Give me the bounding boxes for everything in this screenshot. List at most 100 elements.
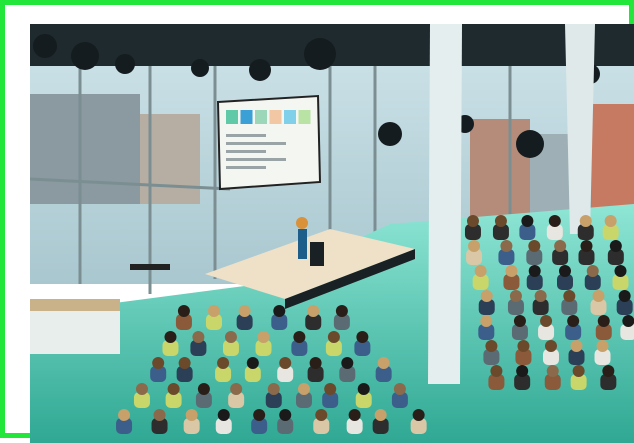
audience-head	[586, 265, 599, 277]
audience-head	[230, 383, 243, 395]
audience-head	[307, 305, 320, 317]
audience-head	[597, 315, 610, 327]
slide-text-line	[226, 134, 266, 137]
audience-head	[513, 315, 526, 327]
audience-head	[224, 331, 237, 343]
slide-text-line	[226, 166, 266, 169]
audience-head	[238, 305, 251, 317]
audience-head	[178, 357, 191, 369]
audience-head	[327, 331, 340, 343]
audience-head	[480, 315, 493, 327]
audience-head	[505, 265, 518, 277]
audience-head	[185, 409, 198, 421]
high-table	[130, 264, 170, 270]
audience-head	[468, 240, 481, 252]
pillar-center	[428, 24, 462, 384]
audience-head	[167, 383, 180, 395]
audience-head	[152, 357, 165, 369]
audience-head	[348, 409, 361, 421]
audience-head	[118, 409, 131, 421]
audience-head	[609, 240, 622, 252]
audience-head	[309, 357, 322, 369]
audience-head	[570, 340, 583, 352]
slide-text-line	[226, 158, 286, 161]
audience-head	[604, 215, 617, 227]
audience-head	[253, 409, 266, 421]
audience-head	[135, 383, 148, 395]
audience-head	[622, 315, 634, 327]
audience-head	[485, 340, 498, 352]
conference-scene	[30, 24, 634, 443]
pillar-right	[565, 24, 595, 234]
slide-text-line	[226, 150, 266, 153]
audience-head	[341, 357, 354, 369]
audience-head	[197, 383, 210, 395]
audience-head	[257, 331, 270, 343]
slide-tile	[226, 110, 238, 124]
audience-head	[528, 265, 541, 277]
audience-head	[356, 331, 369, 343]
audience-head	[563, 290, 576, 302]
audience-head	[554, 240, 567, 252]
audience-head	[297, 383, 310, 395]
audience-head	[273, 305, 286, 317]
audience-head	[335, 305, 348, 317]
audience-head	[544, 340, 557, 352]
audience-head	[500, 240, 513, 252]
audience-head	[546, 365, 559, 377]
audience-head	[480, 290, 493, 302]
audience-head	[516, 365, 529, 377]
audience-head	[509, 290, 522, 302]
audience-head	[374, 409, 387, 421]
audience-head	[279, 357, 292, 369]
slide-text-line	[226, 142, 286, 145]
slide-tile	[298, 110, 311, 124]
slide-tile	[255, 110, 267, 124]
audience-head	[324, 383, 337, 395]
slide-tile	[240, 110, 253, 124]
audience-head	[153, 409, 166, 421]
audience-head	[580, 240, 593, 252]
audience-head	[521, 215, 534, 227]
audience-head	[393, 383, 406, 395]
audience-head	[164, 331, 177, 343]
audience-head	[246, 357, 259, 369]
audience-head	[517, 340, 530, 352]
projection-screen	[216, 94, 322, 191]
audience-head	[579, 215, 592, 227]
audience-head	[618, 290, 631, 302]
audience-head	[528, 240, 541, 252]
audience-head	[534, 290, 547, 302]
audience-head	[177, 305, 190, 317]
slide-tile	[284, 110, 296, 124]
audience-head	[494, 215, 507, 227]
catering-food	[30, 299, 120, 311]
audience-head	[315, 409, 328, 421]
audience-head	[267, 383, 280, 395]
catering-counter	[30, 309, 120, 354]
audience-head	[192, 331, 205, 343]
speaker-stand	[310, 242, 324, 266]
conference-photo	[30, 24, 634, 443]
audience-head	[548, 215, 561, 227]
audience-head	[540, 315, 553, 327]
audience-head	[474, 265, 487, 277]
audience-head	[207, 305, 220, 317]
audience-head	[567, 315, 580, 327]
audience-head	[466, 215, 479, 227]
audience-head	[217, 357, 230, 369]
slide-tile	[269, 110, 282, 124]
audience-head	[490, 365, 503, 377]
audience-head	[357, 383, 370, 395]
audience-head	[279, 409, 292, 421]
audience-head	[596, 340, 609, 352]
audience-head	[558, 265, 571, 277]
audience-head	[592, 290, 605, 302]
image-frame	[0, 0, 634, 443]
audience-head	[293, 331, 306, 343]
audience-head	[217, 409, 230, 421]
audience-head	[377, 357, 390, 369]
audience-head	[614, 265, 627, 277]
audience-head	[602, 365, 615, 377]
audience-head	[572, 365, 585, 377]
